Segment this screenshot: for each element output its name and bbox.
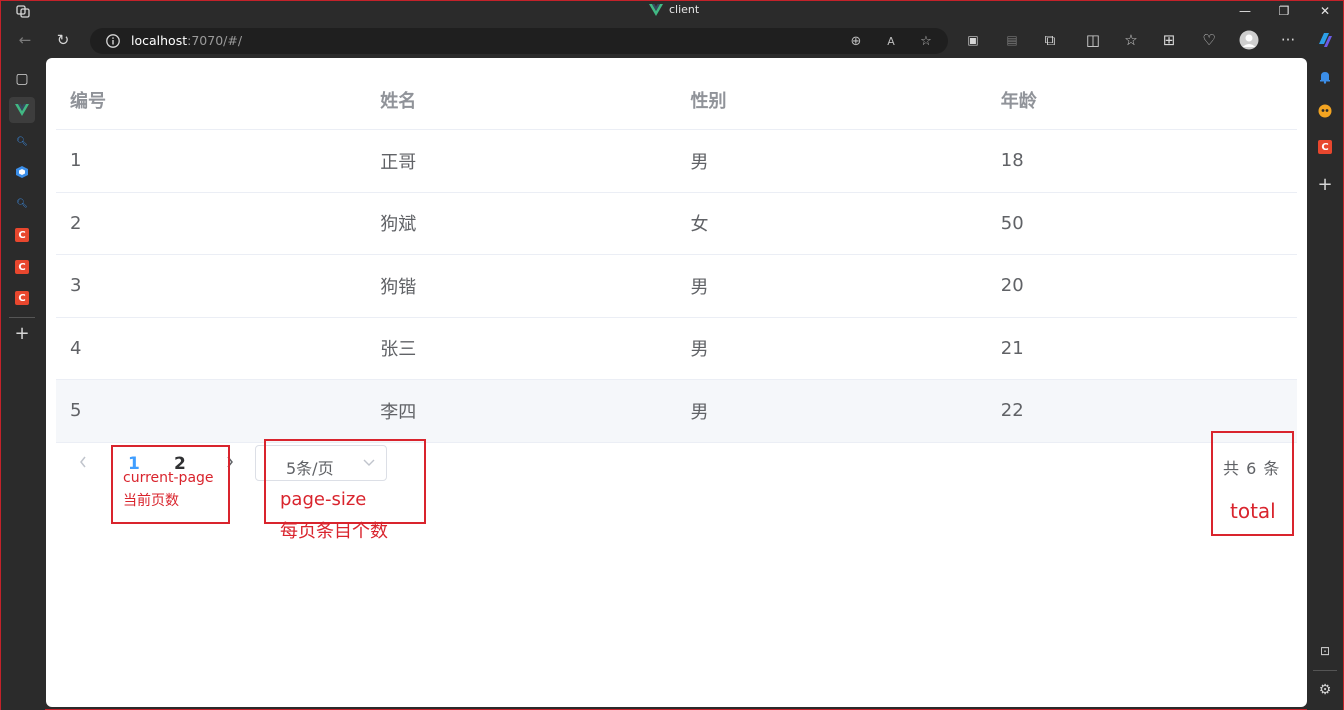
add-sidebar-app-icon[interactable]: + bbox=[1315, 174, 1335, 195]
screenshot-icon[interactable]: ⊡ bbox=[1315, 641, 1335, 661]
table-row[interactable]: 3 狗锴 男 20 bbox=[56, 255, 1297, 318]
csdn-icon: C bbox=[15, 291, 29, 305]
close-button[interactable]: ✕ bbox=[1307, 1, 1343, 21]
restore-button[interactable]: ❐ bbox=[1266, 1, 1302, 21]
table-cell: 3 bbox=[70, 275, 82, 297]
header-cell[interactable]: 编号 bbox=[56, 87, 366, 113]
table-cell: 21 bbox=[1000, 337, 1024, 359]
table-cell: 男 bbox=[690, 151, 709, 173]
tab-search-icon[interactable]: 🔍︎ bbox=[10, 130, 34, 154]
extensions-puzzle-icon[interactable]: ⧉ bbox=[1039, 29, 1061, 51]
favorite-star-icon[interactable]: ☆ bbox=[917, 32, 935, 50]
more-options-icon[interactable]: ··· bbox=[1277, 29, 1299, 51]
minimize-button[interactable]: — bbox=[1227, 1, 1263, 21]
table-row[interactable]: 2 狗斌 女 50 bbox=[56, 193, 1297, 255]
copilot-icon[interactable] bbox=[1314, 29, 1336, 51]
tab-search-icon-2[interactable]: 🔍︎ bbox=[10, 192, 34, 216]
read-aloud-icon[interactable]: A bbox=[882, 32, 900, 50]
table-cell: 正哥 bbox=[380, 151, 417, 173]
profile-avatar[interactable] bbox=[1238, 29, 1260, 51]
url-path: :7070/#/ bbox=[187, 33, 243, 48]
window-title: client bbox=[649, 3, 699, 16]
page-content: 编号 姓名 性别 年龄 1 正哥 男 18 2 狗斌 女 50 3 狗锴 男 2… bbox=[46, 58, 1307, 707]
copilot-logo-icon bbox=[1319, 33, 1332, 47]
tab-csdn-1[interactable]: C bbox=[10, 223, 34, 247]
annotation-total: total bbox=[1230, 499, 1276, 523]
header-cell[interactable]: 年龄 bbox=[987, 87, 1297, 113]
title-bar: client — ❐ ✕ bbox=[1, 1, 1343, 21]
info-icon[interactable] bbox=[105, 33, 121, 49]
tab-title: client bbox=[669, 3, 700, 16]
avatar-icon bbox=[1239, 30, 1259, 50]
table-cell: 18 bbox=[1000, 150, 1024, 172]
table-row[interactable]: 4 张三 男 21 bbox=[56, 318, 1297, 380]
table-cell: 狗斌 bbox=[380, 214, 417, 236]
new-tab-plus-icon[interactable]: + bbox=[10, 321, 34, 345]
header-cell[interactable]: 性别 bbox=[677, 87, 987, 113]
vertical-tabs-sidebar: ▢ 🔍︎ 🔍︎ C C C + bbox=[1, 58, 45, 710]
vue-logo-icon bbox=[649, 3, 663, 16]
csdn-icon: C bbox=[15, 228, 29, 242]
header-cell[interactable]: 姓名 bbox=[366, 87, 676, 113]
table-cell: 1 bbox=[70, 150, 82, 172]
favorites-icon[interactable]: ☆ bbox=[1120, 29, 1142, 51]
address-bar[interactable]: localhost:7070/#/ ⊕ A ☆ bbox=[90, 28, 948, 54]
table-row[interactable]: 5 李四 男 22 bbox=[56, 380, 1297, 443]
table-cell: 狗锴 bbox=[380, 276, 417, 298]
chevron-left-icon bbox=[80, 456, 86, 468]
vue-logo-icon bbox=[15, 104, 29, 116]
cube-icon bbox=[16, 166, 28, 178]
sidebar-divider-right bbox=[1313, 670, 1337, 671]
tab-actions-icon[interactable]: ▢ bbox=[10, 67, 34, 91]
bell-icon bbox=[1320, 72, 1330, 84]
table-cell: 2 bbox=[70, 212, 82, 234]
browser-toolbar: ← ↻ localhost:7070/#/ ⊕ A ☆ ▣ ▤ ⧉ ◫ ☆ ⊞ … bbox=[1, 21, 1343, 58]
game-assist-icon[interactable] bbox=[1315, 101, 1335, 121]
sidebar-divider bbox=[9, 317, 35, 318]
extension-disabled-icon[interactable]: ▤ bbox=[1001, 29, 1023, 51]
table-cell: 20 bbox=[1000, 275, 1024, 297]
split-screen-icon[interactable]: ◫ bbox=[1082, 29, 1104, 51]
table-header-row: 编号 姓名 性别 年龄 bbox=[56, 70, 1297, 130]
table-cell: 50 bbox=[1000, 212, 1024, 234]
tab-vue-client[interactable] bbox=[9, 97, 35, 123]
edge-sidebar: C + ⊡ ⚙ bbox=[1307, 58, 1343, 710]
table-cell: 4 bbox=[70, 337, 82, 359]
table-row[interactable]: 1 正哥 男 18 bbox=[56, 130, 1297, 193]
data-table: 编号 姓名 性别 年龄 1 正哥 男 18 2 狗斌 女 50 3 狗锴 男 2… bbox=[56, 70, 1297, 443]
tab-cube-icon[interactable] bbox=[10, 160, 34, 184]
orange-app-icon bbox=[1318, 104, 1332, 118]
refresh-icon[interactable]: ↻ bbox=[52, 29, 74, 51]
browser-essentials-icon[interactable]: ♡ bbox=[1198, 29, 1220, 51]
zoom-icon[interactable]: ⊕ bbox=[847, 32, 865, 50]
table-cell: 张三 bbox=[380, 339, 417, 361]
table-cell: 男 bbox=[690, 276, 709, 298]
url-text[interactable]: localhost:7070/#/ bbox=[131, 33, 242, 48]
tab-csdn-3[interactable]: C bbox=[10, 286, 34, 310]
table-cell: 22 bbox=[1000, 400, 1024, 422]
back-icon[interactable]: ← bbox=[14, 29, 36, 51]
collections-icon[interactable]: ⊞ bbox=[1158, 29, 1180, 51]
table-cell: 女 bbox=[690, 214, 709, 236]
annotation-page-size-en: page-size bbox=[280, 489, 367, 510]
tab-csdn-2[interactable]: C bbox=[10, 255, 34, 279]
table-cell: 男 bbox=[690, 339, 709, 361]
table-cell: 李四 bbox=[380, 401, 417, 423]
table-cell: 5 bbox=[70, 400, 82, 422]
annotation-page-size-zh: 每页条目个数 bbox=[280, 521, 388, 542]
annotation-current-page-en: current-page bbox=[123, 470, 214, 486]
csdn-icon: C bbox=[15, 260, 29, 274]
sidebar-csdn[interactable]: C bbox=[1315, 137, 1335, 157]
settings-gear-icon[interactable]: ⚙ bbox=[1315, 680, 1335, 700]
table-cell: 男 bbox=[690, 401, 709, 423]
notification-bell-icon[interactable] bbox=[1315, 67, 1335, 87]
annotation-current-page-zh: 当前页数 bbox=[123, 493, 179, 509]
workspaces-icon[interactable] bbox=[15, 3, 31, 19]
url-host: localhost bbox=[131, 33, 188, 48]
prev-page-button[interactable] bbox=[76, 454, 90, 470]
csdn-icon: C bbox=[1318, 140, 1332, 154]
annotation-page-size-box bbox=[264, 439, 426, 524]
extension-icon[interactable]: ▣ bbox=[962, 29, 984, 51]
